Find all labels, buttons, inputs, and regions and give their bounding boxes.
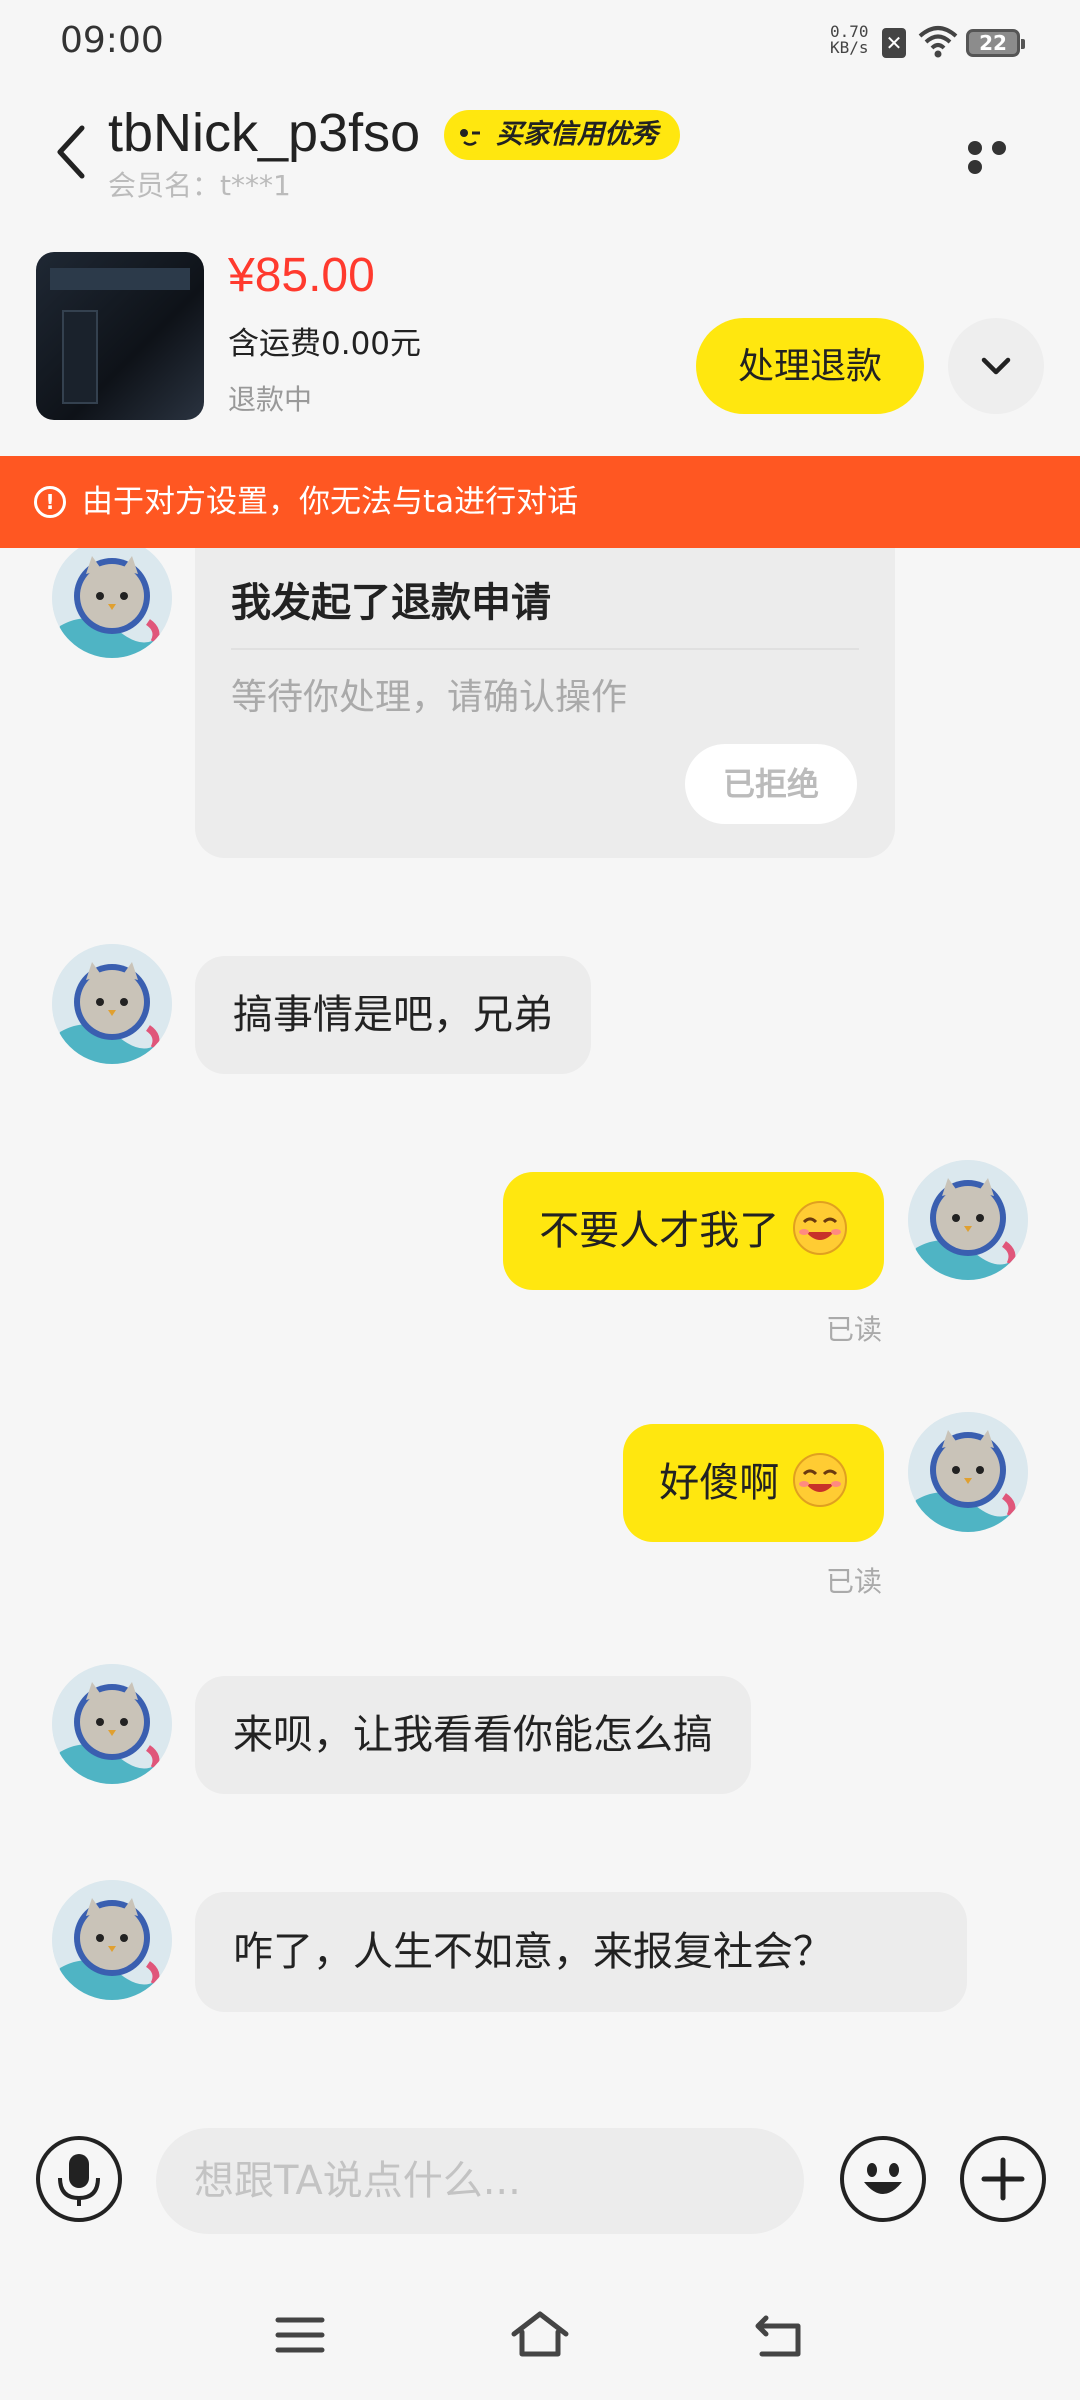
avatar[interactable] bbox=[52, 944, 172, 1064]
mascot-face-icon bbox=[450, 115, 490, 155]
network-speed: 0.70 KB/s bbox=[830, 22, 869, 57]
message-bubble[interactable]: 好傻啊 bbox=[623, 1424, 884, 1542]
battery-icon: 22 bbox=[966, 29, 1025, 57]
order-summary[interactable]: ¥85.00 含运费0.00元 退款中 处理退款 bbox=[0, 230, 1080, 430]
avatar[interactable] bbox=[908, 1412, 1028, 1532]
microphone-icon bbox=[58, 2154, 100, 2206]
avatar[interactable] bbox=[52, 1880, 172, 2000]
cat-avatar-icon bbox=[52, 1664, 172, 1784]
grin-emoji-icon bbox=[793, 1201, 847, 1255]
home-icon[interactable] bbox=[510, 2310, 570, 2360]
sim-off-icon: ✕ bbox=[882, 28, 906, 58]
contact-nickname[interactable]: tbNick_p3fso bbox=[108, 102, 420, 164]
order-status: 退款中 bbox=[228, 383, 313, 416]
status-bar: 09:00 0.70 KB/s ✕ 22 bbox=[0, 0, 1080, 84]
refund-request-card[interactable]: 我发起了退款申请 等待你处理，请确认操作 已拒绝 bbox=[195, 548, 895, 858]
message-input[interactable] bbox=[156, 2128, 804, 2234]
avatar[interactable] bbox=[52, 548, 172, 658]
more-options-icon[interactable] bbox=[968, 140, 1034, 174]
chat-header: tbNick_p3fso 买家信用优秀 会员名：t***1 bbox=[0, 84, 1080, 204]
message-bubble[interactable]: 搞事情是吧，兄弟 bbox=[195, 956, 591, 1074]
back-icon[interactable] bbox=[48, 120, 96, 184]
order-price: ¥85.00 bbox=[228, 249, 375, 302]
divider bbox=[231, 648, 859, 650]
card-subtitle: 等待你处理，请确认操作 bbox=[231, 677, 628, 718]
member-name: 会员名：t***1 bbox=[108, 169, 291, 202]
product-thumbnail[interactable] bbox=[36, 252, 204, 420]
emoji-button[interactable] bbox=[840, 2136, 926, 2222]
message-list[interactable]: 我发起了退款申请 等待你处理，请确认操作 已拒绝 搞事情是吧，兄弟 不要人才我了… bbox=[0, 548, 1080, 2110]
read-status: 已读 bbox=[826, 1313, 883, 1346]
more-actions-button[interactable] bbox=[960, 2136, 1046, 2222]
banner-text: 由于对方设置，你无法与ta进行对话 bbox=[82, 484, 579, 520]
read-status: 已读 bbox=[826, 1565, 883, 1598]
chevron-down-icon bbox=[981, 357, 1011, 375]
status-time: 09:00 bbox=[60, 20, 164, 61]
wifi-icon bbox=[918, 26, 958, 58]
plus-icon bbox=[981, 2157, 1025, 2201]
cat-avatar-icon bbox=[908, 1160, 1028, 1280]
avatar[interactable] bbox=[52, 1664, 172, 1784]
smiley-icon bbox=[864, 2163, 902, 2194]
warning-icon: ! bbox=[34, 486, 66, 518]
input-bar bbox=[0, 2110, 1080, 2250]
system-nav-bar bbox=[0, 2270, 1080, 2400]
handle-refund-button[interactable]: 处理退款 bbox=[696, 318, 924, 414]
cat-avatar-icon bbox=[52, 1880, 172, 2000]
message-bubble[interactable]: 来呗，让我看看你能怎么搞 bbox=[195, 1676, 751, 1794]
message-bubble[interactable]: 不要人才我了 bbox=[503, 1172, 884, 1290]
cat-avatar-icon bbox=[52, 548, 172, 658]
card-title: 我发起了退款申请 bbox=[231, 580, 551, 626]
credit-badge: 买家信用优秀 bbox=[444, 110, 680, 160]
cat-avatar-icon bbox=[908, 1412, 1028, 1532]
expand-button[interactable] bbox=[948, 318, 1044, 414]
menu-icon[interactable] bbox=[274, 2314, 326, 2356]
voice-button[interactable] bbox=[36, 2136, 122, 2222]
cat-avatar-icon bbox=[52, 944, 172, 1064]
avatar[interactable] bbox=[908, 1160, 1028, 1280]
order-shipping: 含运费0.00元 bbox=[228, 326, 422, 362]
chat-restriction-banner: ! 由于对方设置，你无法与ta进行对话 bbox=[0, 456, 1080, 548]
back-nav-icon[interactable] bbox=[754, 2314, 806, 2360]
message-bubble[interactable]: 咋了，人生不如意，来报复社会？ bbox=[195, 1892, 967, 2012]
refused-button[interactable]: 已拒绝 bbox=[685, 744, 857, 824]
credit-badge-label: 买家信用优秀 bbox=[496, 119, 658, 150]
grin-emoji-icon bbox=[793, 1453, 847, 1507]
